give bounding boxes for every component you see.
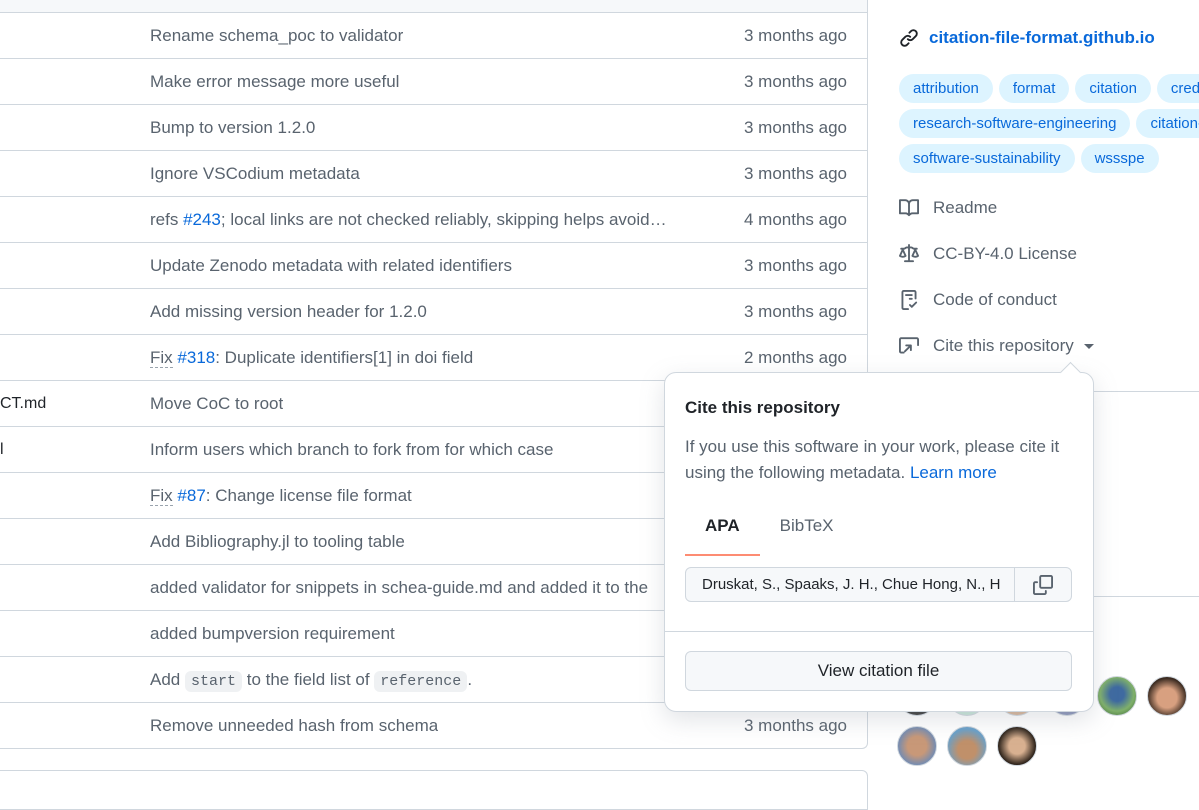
table-row: Rename schema_poc to validator 3 months a… bbox=[0, 13, 867, 59]
cite-label: Cite this repository bbox=[933, 336, 1074, 355]
tab-bibtex[interactable]: BibTeX bbox=[760, 505, 854, 555]
commit-time: 3 months ago bbox=[743, 26, 847, 45]
link-icon bbox=[900, 29, 918, 47]
view-citation-button[interactable]: View citation file bbox=[685, 651, 1072, 691]
cite-popover: Cite this repository If you use this sof… bbox=[664, 361, 1094, 712]
table-row: Make error message more useful 3 months a… bbox=[0, 59, 867, 105]
commit-time: 3 months ago bbox=[743, 118, 847, 137]
topic-tag[interactable]: citation bbox=[1075, 74, 1151, 103]
file-name[interactable]: l bbox=[0, 427, 4, 472]
commit-message-prefix: Fix bbox=[150, 486, 173, 506]
commit-message[interactable]: Fix #87: Change license file format bbox=[150, 473, 412, 518]
readme-link[interactable]: Readme bbox=[899, 198, 997, 218]
copy-icon bbox=[1033, 574, 1053, 595]
commit-message[interactable]: Remove unneeded hash from schema bbox=[150, 703, 438, 748]
license-label: CC-BY-4.0 License bbox=[933, 244, 1077, 263]
avatar[interactable] bbox=[947, 726, 987, 766]
topic-tag[interactable]: wssspe bbox=[1080, 144, 1159, 173]
commit-message-suffix: : Duplicate identifiers[1] in doi field bbox=[215, 348, 474, 367]
popover-title: Cite this repository bbox=[685, 398, 840, 417]
popover-description: If you use this software in your work, p… bbox=[685, 434, 1080, 486]
homepage-link[interactable]: citation-file-format.github.io bbox=[899, 28, 1155, 48]
commit-message[interactable]: Make error message more useful bbox=[150, 59, 399, 104]
commit-message[interactable]: Add missing version header for 1.2.0 bbox=[150, 289, 427, 334]
table-row: Update Zenodo metadata with related iden… bbox=[0, 243, 867, 289]
license-link[interactable]: CC-BY-4.0 License bbox=[899, 244, 1077, 264]
commit-message-text: to the field list of bbox=[242, 670, 375, 689]
cite-icon bbox=[899, 337, 919, 354]
tab-apa[interactable]: APA bbox=[685, 505, 760, 556]
book-icon bbox=[899, 199, 919, 217]
commit-time: 3 months ago bbox=[743, 302, 847, 321]
inline-code: reference bbox=[374, 671, 468, 692]
readme-label: Readme bbox=[933, 198, 998, 217]
commit-message-prefix: Fix bbox=[150, 348, 173, 368]
commit-message-text: . bbox=[467, 670, 473, 689]
commit-time: 3 months ago bbox=[743, 164, 847, 183]
table-row: refs #243; local links are not checked r… bbox=[0, 197, 867, 243]
topic-tag[interactable]: attribution bbox=[899, 74, 993, 103]
commit-time: 3 months ago bbox=[743, 72, 847, 91]
conduct-label: Code of conduct bbox=[933, 290, 1057, 309]
caret-down-icon bbox=[1083, 343, 1094, 349]
commit-message[interactable]: Update Zenodo metadata with related iden… bbox=[150, 243, 512, 288]
readme-box bbox=[0, 770, 868, 810]
learn-more-link[interactable]: Learn more bbox=[910, 463, 997, 482]
cite-repository-link[interactable]: Cite this repository bbox=[899, 336, 1094, 356]
file-list-header bbox=[0, 0, 867, 13]
topic-tag[interactable]: citation- bbox=[1136, 109, 1199, 138]
commit-message-text: Add bbox=[150, 670, 185, 689]
commit-message[interactable]: added validator for snippets in schea-gu… bbox=[150, 565, 648, 610]
citation-tabs: APA BibTeX bbox=[685, 505, 854, 557]
issue-link[interactable]: #87 bbox=[177, 486, 205, 505]
commit-message[interactable]: refs #243; local links are not checked r… bbox=[150, 197, 667, 242]
citation-text[interactable]: Druskat, S., Spaaks, J. H., Chue Hong, N… bbox=[686, 568, 1014, 601]
commit-time: 4 months ago bbox=[743, 210, 847, 229]
topic-tag[interactable]: research-software-engineering bbox=[899, 109, 1131, 138]
issue-link[interactable]: #318 bbox=[177, 348, 215, 367]
inline-code: start bbox=[184, 671, 242, 692]
homepage-label: citation-file-format.github.io bbox=[929, 28, 1155, 47]
commit-message-prefix: refs bbox=[150, 210, 184, 229]
avatar[interactable] bbox=[997, 726, 1037, 766]
table-row: Ignore VSCodium metadata 3 months ago bbox=[0, 151, 867, 197]
commit-message-suffix: ; local links are not checked reliably, … bbox=[220, 210, 667, 229]
file-name[interactable]: CT.md bbox=[0, 381, 46, 426]
commit-message[interactable]: Move CoC to root bbox=[150, 381, 283, 426]
topics-list: attribution format citation cred researc… bbox=[899, 74, 1199, 173]
table-row: Bump to version 1.2.0 3 months ago bbox=[0, 105, 867, 151]
commit-message-suffix: : Change license file format bbox=[205, 486, 412, 505]
commit-message[interactable]: Inform users which branch to fork from f… bbox=[150, 427, 553, 472]
table-row: Add missing version header for 1.2.0 3 mo… bbox=[0, 289, 867, 335]
copy-button[interactable] bbox=[1014, 568, 1071, 601]
avatar[interactable] bbox=[897, 726, 937, 766]
citation-field[interactable]: Druskat, S., Spaaks, J. H., Chue Hong, N… bbox=[685, 567, 1072, 602]
commit-message[interactable]: Add Bibliography.jl to tooling table bbox=[150, 519, 405, 564]
commit-message[interactable]: Rename schema_poc to validator bbox=[150, 13, 403, 58]
avatar[interactable] bbox=[1147, 676, 1187, 716]
commit-message[interactable]: Fix #318: Duplicate identifiers[1] in do… bbox=[150, 335, 473, 380]
law-icon bbox=[899, 244, 919, 263]
popover-desc-text: If you use this software in your work, p… bbox=[685, 437, 1060, 482]
commit-message[interactable]: Bump to version 1.2.0 bbox=[150, 105, 315, 150]
topic-tag[interactable]: cred bbox=[1156, 74, 1199, 103]
popover-divider bbox=[665, 631, 1093, 632]
topic-tag[interactable]: format bbox=[998, 74, 1070, 103]
code-of-conduct-icon bbox=[901, 290, 918, 310]
commit-time: 3 months ago bbox=[743, 256, 847, 275]
topic-tag[interactable]: software-sustainability bbox=[899, 144, 1075, 173]
code-of-conduct-link[interactable]: Code of conduct bbox=[899, 290, 1057, 310]
issue-link[interactable]: #243 bbox=[183, 210, 221, 229]
avatar[interactable] bbox=[1097, 676, 1137, 716]
commit-message[interactable]: Add start to the field list of reference… bbox=[150, 657, 472, 702]
commit-message[interactable]: added bumpversion requirement bbox=[150, 611, 395, 656]
commit-message[interactable]: Ignore VSCodium metadata bbox=[150, 151, 360, 196]
